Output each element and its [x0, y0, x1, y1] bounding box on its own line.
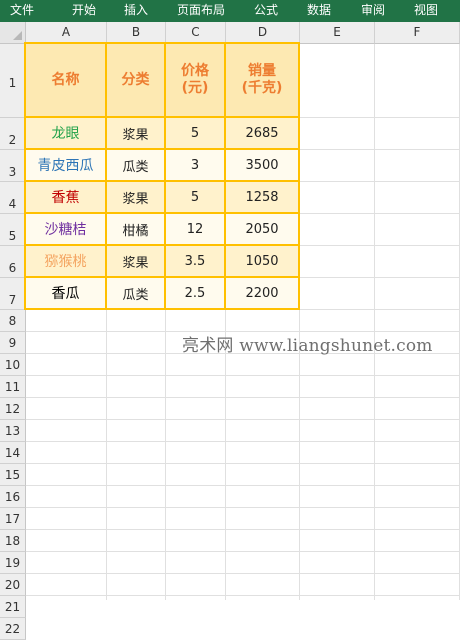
select-all-icon — [13, 31, 22, 40]
row-header-22[interactable]: 22 — [0, 618, 26, 640]
cell-price[interactable]: 3 — [166, 150, 226, 182]
cell-price[interactable]: 5 — [166, 118, 226, 150]
header-cell-sales[interactable]: 销量 (千克) — [226, 42, 300, 118]
row-header-12[interactable]: 12 — [0, 398, 26, 420]
header-cell-price[interactable]: 价格 (元) — [166, 42, 226, 118]
row-header-16[interactable]: 16 — [0, 486, 26, 508]
row-header-21[interactable]: 21 — [0, 596, 26, 618]
gridline — [26, 463, 460, 464]
gridline — [26, 441, 460, 442]
row-header-3[interactable]: 3 — [0, 150, 26, 182]
cell-category[interactable]: 柑橘 — [107, 214, 166, 246]
spreadsheet-grid[interactable]: A B C D E F 1 2 3 4 5 6 7 8 9 10 11 12 1… — [0, 22, 460, 640]
ribbon-tabs: 文件 开始 插入 页面布局 公式 数据 审阅 视图 — [0, 0, 460, 22]
row-header-8[interactable]: 8 — [0, 310, 26, 332]
cell-category[interactable]: 浆果 — [107, 118, 166, 150]
row-header-7[interactable]: 7 — [0, 278, 26, 310]
gridline — [26, 419, 460, 420]
row-header-13[interactable]: 13 — [0, 420, 26, 442]
gridline — [26, 485, 460, 486]
cell-category[interactable]: 瓜类 — [107, 278, 166, 310]
cell-sales[interactable]: 1258 — [226, 182, 300, 214]
select-all-corner[interactable] — [0, 22, 26, 44]
row-header-5[interactable]: 5 — [0, 214, 26, 246]
cell-price[interactable]: 3.5 — [166, 246, 226, 278]
row-header-14[interactable]: 14 — [0, 442, 26, 464]
gridline — [26, 397, 460, 398]
tab-view[interactable]: 视图 — [414, 0, 438, 22]
cell-name[interactable]: 猕猴桃 — [24, 246, 107, 278]
cell-sales[interactable]: 2200 — [226, 278, 300, 310]
row-header-6[interactable]: 6 — [0, 246, 26, 278]
row-header-11[interactable]: 11 — [0, 376, 26, 398]
gridline — [26, 375, 460, 376]
row-header-19[interactable]: 19 — [0, 552, 26, 574]
tab-data[interactable]: 数据 — [307, 0, 331, 22]
cell-sales[interactable]: 3500 — [226, 150, 300, 182]
column-header-a[interactable]: A — [26, 22, 107, 44]
cell-category[interactable]: 浆果 — [107, 246, 166, 278]
tab-page-layout[interactable]: 页面布局 — [177, 0, 225, 22]
gridline — [26, 507, 460, 508]
row-header-15[interactable]: 15 — [0, 464, 26, 486]
column-header-d[interactable]: D — [226, 22, 300, 44]
watermark-text: 亮术网 www.liangshunet.com — [182, 336, 433, 356]
cell-name[interactable]: 沙糖桔 — [24, 214, 107, 246]
row-header-2[interactable]: 2 — [0, 118, 26, 150]
cell-sales[interactable]: 2050 — [226, 214, 300, 246]
header-cell-name[interactable]: 名称 — [24, 42, 107, 118]
gridline — [374, 44, 375, 600]
cell-price[interactable]: 5 — [166, 182, 226, 214]
row-header-17[interactable]: 17 — [0, 508, 26, 530]
column-header-f[interactable]: F — [375, 22, 460, 44]
tab-file[interactable]: 文件 — [10, 0, 34, 22]
row-header-4[interactable]: 4 — [0, 182, 26, 214]
cell-name[interactable]: 青皮西瓜 — [24, 150, 107, 182]
row-header-10[interactable]: 10 — [0, 354, 26, 376]
cell-name[interactable]: 龙眼 — [24, 118, 107, 150]
tab-review[interactable]: 审阅 — [361, 0, 385, 22]
gridline — [26, 595, 460, 596]
row-header-20[interactable]: 20 — [0, 574, 26, 596]
gridline — [26, 529, 460, 530]
row-header-18[interactable]: 18 — [0, 530, 26, 552]
cell-price[interactable]: 12 — [166, 214, 226, 246]
cell-name[interactable]: 香蕉 — [24, 182, 107, 214]
row-header-1[interactable]: 1 — [0, 44, 26, 118]
column-header-e[interactable]: E — [300, 22, 375, 44]
cell-category[interactable]: 浆果 — [107, 182, 166, 214]
cell-price[interactable]: 2.5 — [166, 278, 226, 310]
cell-sales[interactable]: 1050 — [226, 246, 300, 278]
gridline — [26, 573, 460, 574]
column-header-b[interactable]: B — [107, 22, 166, 44]
cell-category[interactable]: 瓜类 — [107, 150, 166, 182]
column-header-c[interactable]: C — [166, 22, 226, 44]
tab-formulas[interactable]: 公式 — [254, 0, 278, 22]
cell-name[interactable]: 香瓜 — [24, 278, 107, 310]
row-header-9[interactable]: 9 — [0, 332, 26, 354]
tab-insert[interactable]: 插入 — [124, 0, 148, 22]
cell-sales[interactable]: 2685 — [226, 118, 300, 150]
tab-home[interactable]: 开始 — [72, 0, 96, 22]
header-cell-category[interactable]: 分类 — [107, 42, 166, 118]
gridline — [26, 551, 460, 552]
